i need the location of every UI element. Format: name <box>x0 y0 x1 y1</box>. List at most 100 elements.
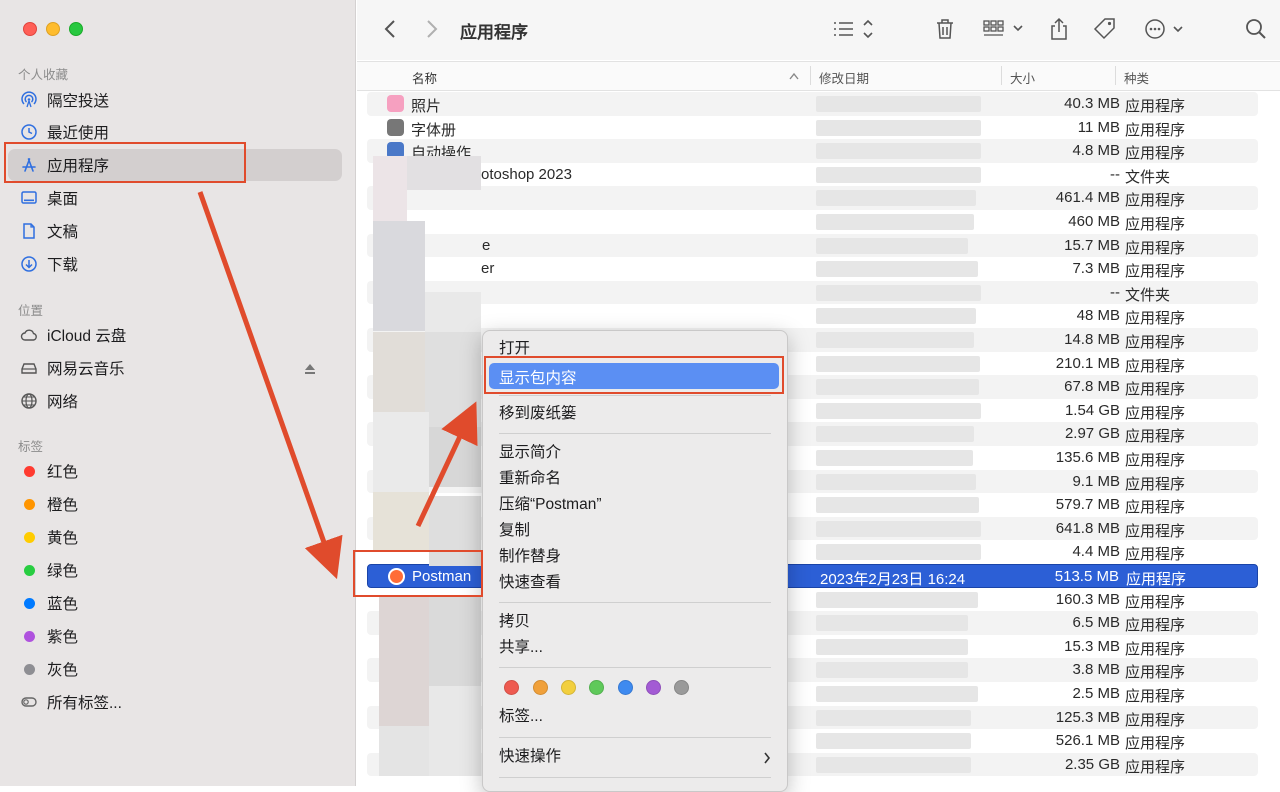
file-kind: 应用程序 <box>1125 425 1185 446</box>
menu-item-copy[interactable]: 拷贝 <box>499 610 530 634</box>
sidebar-item-label: 蓝色 <box>47 592 78 614</box>
menu-item-get-info[interactable]: 显示简介 <box>499 441 561 465</box>
menu-item-compress[interactable]: 压缩“Postman” <box>499 493 602 517</box>
file-kind: 应用程序 <box>1125 732 1185 753</box>
blue-tag-dot <box>24 598 35 609</box>
file-kind: 应用程序 <box>1125 95 1185 116</box>
obscured-date <box>816 332 974 348</box>
menu-item-move-to-trash[interactable]: 移到废纸篓 <box>499 402 577 426</box>
tag-green-dot[interactable] <box>589 680 604 695</box>
menu-item-quick-actions[interactable]: 快速操作 <box>499 745 771 769</box>
file-kind: 应用程序 <box>1125 496 1185 517</box>
sidebar-item-all-tags[interactable]: 所有标签... <box>8 686 342 718</box>
menu-item-make-alias[interactable]: 制作替身 <box>499 545 561 569</box>
menu-item-share[interactable]: 共享... <box>499 636 543 660</box>
minimize-window-button[interactable] <box>46 22 60 36</box>
file-size: 526.1 MB <box>1056 732 1120 749</box>
table-row[interactable]: --文件夹 <box>367 281 1258 305</box>
menu-item-duplicate[interactable]: 复制 <box>499 519 530 543</box>
red-tag-dot <box>24 466 35 477</box>
table-row[interactable]: 461.4 MB应用程序 <box>367 186 1258 210</box>
tag-red-dot[interactable] <box>504 680 519 695</box>
sidebar-item-label: 红色 <box>47 460 78 482</box>
zoom-window-button[interactable] <box>69 22 83 36</box>
locations-header: 位置 <box>18 300 43 319</box>
tag-button[interactable] <box>1093 16 1117 42</box>
tag-blue-dot[interactable] <box>618 680 633 695</box>
tag-purple-dot[interactable] <box>646 680 661 695</box>
forward-button[interactable] <box>423 16 441 42</box>
file-size: -- <box>1110 166 1120 183</box>
file-size: 513.5 MB <box>1055 568 1119 585</box>
table-row[interactable]: 字体册11 MB应用程序 <box>367 116 1258 140</box>
column-name[interactable]: 名称 <box>412 68 437 87</box>
search-button[interactable] <box>1244 16 1268 42</box>
share-button[interactable] <box>1048 16 1070 42</box>
obscured-date <box>816 356 980 372</box>
file-kind: 应用程序 <box>1125 709 1185 730</box>
column-size[interactable]: 大小 <box>1010 68 1035 87</box>
tag-yellow-dot[interactable] <box>561 680 576 695</box>
obscured-date <box>816 544 981 560</box>
sidebar-item-label: 所有标签... <box>47 691 122 713</box>
view-options-button[interactable] <box>832 16 876 42</box>
sidebar-item-documents[interactable]: 文稿 <box>8 215 342 247</box>
group-button[interactable] <box>982 16 1026 42</box>
sidebar-item-icloud[interactable]: iCloud 云盘 <box>8 319 342 351</box>
sidebar-item-airdrop[interactable]: 隔空投送 <box>8 84 342 116</box>
tag-orange-dot[interactable] <box>533 680 548 695</box>
sidebar-item-desktop[interactable]: 桌面 <box>8 182 342 214</box>
app-icon <box>387 119 404 136</box>
globe-icon <box>20 392 38 410</box>
sidebar-item-label: 下载 <box>47 253 78 275</box>
sidebar-tag-green[interactable]: 绿色 <box>8 554 342 586</box>
menu-item-quick-look[interactable]: 快速查看 <box>499 571 561 595</box>
column-date[interactable]: 修改日期 <box>819 68 869 87</box>
file-kind: 应用程序 <box>1125 449 1185 470</box>
sidebar-item-downloads[interactable]: 下载 <box>8 248 342 280</box>
table-row[interactable]: otoshop 2023--文件夹 <box>367 163 1258 187</box>
file-size: 210.1 MB <box>1056 355 1120 372</box>
sidebar-item-netease-music[interactable]: 网易云音乐 <box>8 352 342 384</box>
file-kind: 应用程序 <box>1125 614 1185 635</box>
sidebar-tag-yellow[interactable]: 黄色 <box>8 521 342 553</box>
file-size: 2.97 GB <box>1065 425 1120 442</box>
action-menu-button[interactable] <box>1143 16 1187 42</box>
sidebar-item-label: 紫色 <box>47 625 78 647</box>
menu-item-tags[interactable]: 标签... <box>499 705 543 729</box>
trash-button[interactable] <box>934 16 956 42</box>
tag-gray-dot[interactable] <box>674 680 689 695</box>
back-button[interactable] <box>381 16 399 42</box>
table-row[interactable]: 照片40.3 MB应用程序 <box>367 92 1258 116</box>
modified-date: 2023年2月23日 16:24 <box>820 568 965 589</box>
table-row[interactable]: 460 MB应用程序 <box>367 210 1258 234</box>
file-kind: 文件夹 <box>1125 284 1170 305</box>
table-row[interactable]: 自动操作4.8 MB应用程序 <box>367 139 1258 163</box>
sidebar-tag-red[interactable]: 红色 <box>8 455 342 487</box>
close-window-button[interactable] <box>23 22 37 36</box>
file-size: 48 MB <box>1077 307 1120 324</box>
column-kind[interactable]: 种类 <box>1124 68 1149 87</box>
sidebar-tag-gray[interactable]: 灰色 <box>8 653 342 685</box>
obscured-date <box>816 167 981 183</box>
obscured-date <box>816 615 968 631</box>
download-icon <box>20 255 38 273</box>
table-row[interactable]: er7.3 MB应用程序 <box>367 257 1258 281</box>
menu-item-rename[interactable]: 重新命名 <box>499 467 561 491</box>
sidebar-tag-orange[interactable]: 橙色 <box>8 488 342 520</box>
sidebar-item-label: 灰色 <box>47 658 78 680</box>
table-row[interactable]: 48 MB应用程序 <box>367 304 1258 328</box>
table-row[interactable]: e15.7 MB应用程序 <box>367 234 1258 258</box>
sidebar-item-network[interactable]: 网络 <box>8 385 342 417</box>
obscured-date <box>816 710 971 726</box>
sidebar-tag-blue[interactable]: 蓝色 <box>8 587 342 619</box>
obscured-date <box>816 96 981 112</box>
sidebar-tag-purple[interactable]: 紫色 <box>8 620 342 652</box>
menu-separator <box>499 602 771 603</box>
gray-tag-dot <box>24 664 35 675</box>
clock-icon <box>20 123 38 141</box>
sidebar-item-label: 黄色 <box>47 526 78 548</box>
eject-icon[interactable] <box>304 362 316 380</box>
file-size: 15.3 MB <box>1064 638 1120 655</box>
list-view-icon <box>832 18 876 40</box>
